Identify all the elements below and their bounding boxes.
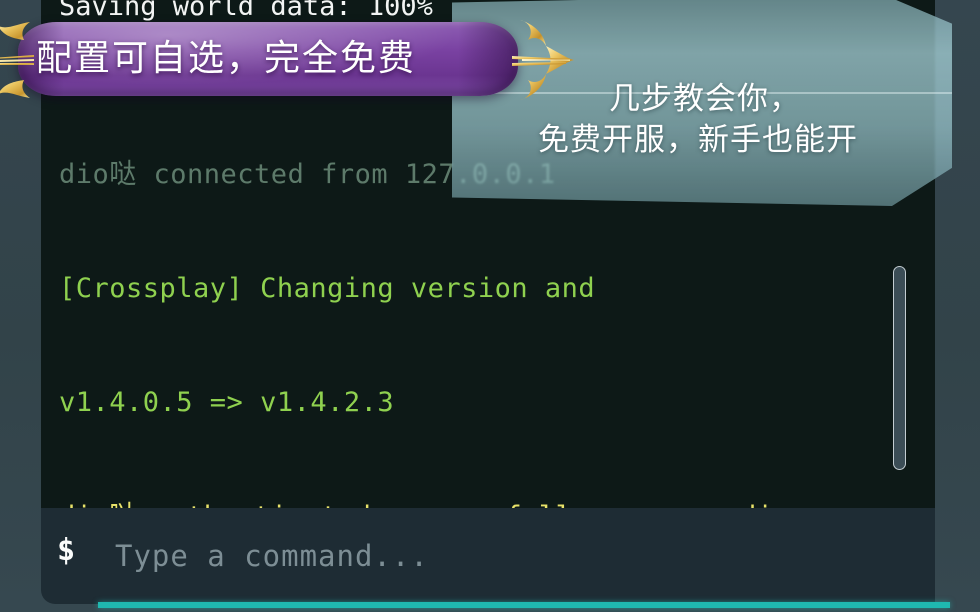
console-line: v1.4.0.5 => v1.4.2.3 [59,387,395,418]
tutorial-caption-line-2: 免费开服，新手也能开 [538,122,858,157]
console-line-clipped-top: Saving world data: 100% [59,0,433,22]
input-accent-underline [98,602,950,608]
console-scrollbar-thumb[interactable] [893,266,906,470]
banner-gold-ornament-right-icon [512,20,574,100]
command-input[interactable] [113,530,917,582]
console-line: dio哒 authenticated successfully as user … [59,498,935,508]
command-input-bar[interactable]: $ [41,508,935,604]
console-line: [Crossplay] Changing version and [59,273,596,304]
screen-root: Saving world data: 100% Saving world dat… [0,0,980,612]
dollar-prompt-icon: $ [57,533,76,568]
console-scrollbar-track[interactable] [891,258,909,480]
promo-banner: 配置可自选，完全免费 [0,16,582,104]
promo-banner-text: 配置可自选，完全免费 [36,37,417,78]
